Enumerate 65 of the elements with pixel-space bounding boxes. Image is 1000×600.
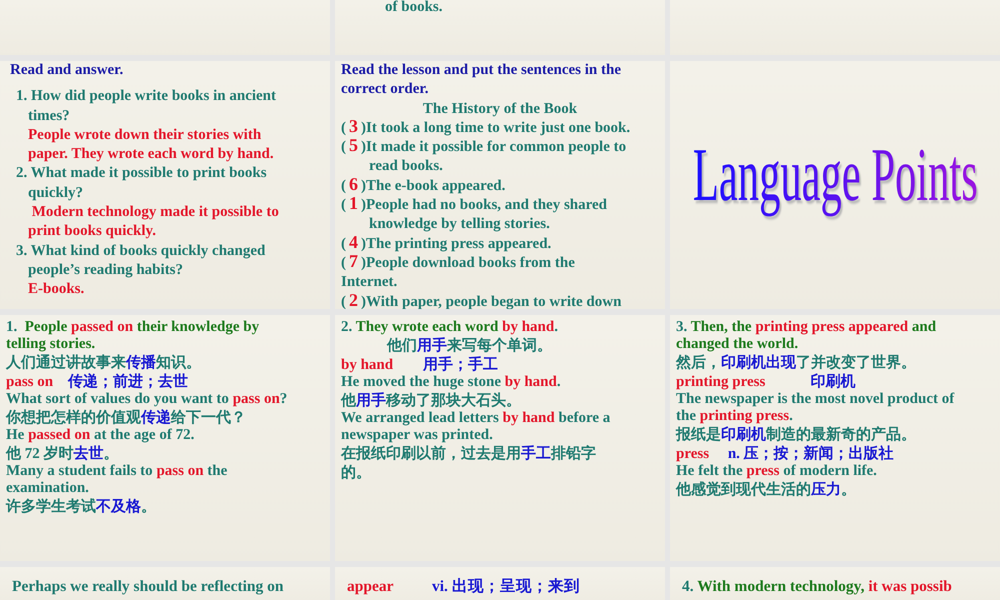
slide-text-line: 他用手移动了那块大石头。 <box>340 391 521 410</box>
slide-heading: Read and answer. <box>9 61 124 80</box>
slide-text-line: 3. What kind of books quickly changed <box>15 242 266 261</box>
slide-text-line: 2. What made it possible to print books <box>15 164 267 184</box>
slide-text-line: Modern technology made it possible to <box>30 203 279 222</box>
slide-text-line: 3. Then, the printing press appeared and <box>675 319 936 336</box>
slide-text-line: ( 3 )It took a long time to write just one book. <box>340 118 630 138</box>
slide-text-line: 1. How did people write books in ancient <box>15 87 276 106</box>
slide-text-line: Read the lesson and put the sentences in the <box>340 61 622 80</box>
slide-thumbnail[interactable]: of books. <box>335 0 665 55</box>
slide-text-line: print books quickly. <box>27 222 156 242</box>
slide-text-line: The newspaper is the most novel product of <box>675 391 954 408</box>
slide-text-line: 他感觉到现代生活的压力。 <box>674 480 856 499</box>
slide-text-line: 报纸是印刷机制造的最新奇的产品。 <box>674 425 916 444</box>
slide-text-line: He passed on at the age of 72. <box>5 427 194 444</box>
slide-text-line: newspaper was printed. <box>340 427 493 444</box>
slide-text-line: What sort of values do you want to pass on? <box>5 391 288 408</box>
slide-thumbnail[interactable]: appear vi. 出现；呈现；来到 <box>335 567 665 600</box>
slide-text-line: ( 4 )The printing press appeared. <box>340 234 552 254</box>
slide-text-line: People wrote down their stories with <box>27 126 262 145</box>
slide-text-line: examination. <box>5 480 89 497</box>
slide-text-line: The History of the Book <box>422 100 578 119</box>
slide-text-line: 然后，印刷机出现了并改变了世界。 <box>674 353 916 372</box>
slide-text-line: 2. They wrote each word by hand. <box>340 319 558 336</box>
slide-text-line: 在报纸印刷以前，过去是用手工排铅字 <box>340 444 596 463</box>
slide-thumbnail[interactable]: 2. They wrote each word by hand. 他们用手来写每个单词。 by hand 用手；手工 He moved the huge stone by hand. 他用手移动了那块大石头。 We arranged lead letters by hand before a newspaper was printed. 在报纸印刷以前，过去是用手工排铅字 的。 <box>335 315 665 561</box>
slide-text-line: ( 7 )People download books from the <box>340 254 575 273</box>
slide-text-line: appear vi. 出现；呈现；来到 <box>346 577 580 597</box>
slide-text-line: times? <box>27 106 70 126</box>
slide-text-line: 的。 <box>340 464 371 482</box>
slide-text-line: ( 1 )People had no books, and they shared <box>340 196 608 216</box>
slide-text-line: press n. 压；按；新闻；出版社 <box>675 444 894 463</box>
slide-text-line: changed the world. <box>675 336 798 353</box>
slide-text-line: ( 2 )With paper, people began to write down <box>340 292 622 309</box>
slide-text-line: E-books. <box>27 280 84 300</box>
slide-text-line: 他 72 岁时去世。 <box>4 444 118 463</box>
slide-thumbnail[interactable]: 4. With modern technology, it was possib <box>670 567 1000 600</box>
slide-text-line: printing press 印刷机 <box>675 372 856 391</box>
slide-text-line: 人们通过讲故事来传播知识。 <box>4 353 201 372</box>
slide-text-line: Internet. <box>340 273 398 292</box>
slide-text-line: He moved the huge stone by hand. <box>340 374 561 391</box>
slide-thumbnail[interactable]: Perhaps we really should be reflecting on <box>0 567 330 600</box>
slide-thumbnail[interactable]: Language Points <box>670 61 1000 309</box>
slide-text-line: by hand 用手；手工 <box>340 355 498 374</box>
slide-text-line: 4. With modern technology, it was possib <box>681 577 952 597</box>
slide-text-line: the printing press. <box>675 408 793 425</box>
slide-text-line: 1. People passed on their knowledge by <box>5 319 260 336</box>
slide-text-line: people’s reading habits? <box>27 260 184 280</box>
slide-text-line: pass on 传递；前进；去世 <box>5 372 188 391</box>
slide-text-line: telling stories. <box>5 336 96 353</box>
slide-text-line: Perhaps we really should be reflecting on <box>11 577 284 597</box>
slide-text-line: quickly? <box>27 184 84 203</box>
slide-text-line: He felt the press of modern life. <box>675 463 877 480</box>
slide-text-line: correct order. <box>340 80 428 100</box>
slide-text-line: paper. They wrote each word by hand. <box>27 145 274 164</box>
slide-text-line: 你想把怎样的价值观传递给下一代？ <box>4 408 246 427</box>
slide-text-line: knowledge by telling stories. <box>368 215 550 234</box>
slide-text-line: of books. <box>384 0 443 15</box>
slide-text-line: ( 5 )It made it possible for common people to <box>340 138 626 158</box>
slide-text-line: We arranged lead letters by hand before a <box>340 410 610 427</box>
slide-text-line: 他们用手来写每个单词。 <box>386 336 552 355</box>
slide-text-line: 许多学生考试不及格。 <box>4 497 156 516</box>
slide-text-line: Many a student fails to pass on the <box>5 463 228 480</box>
slide-text-line: ( 6 )The e-book appeared. <box>340 176 506 196</box>
slide-text-line: read books. <box>368 157 443 176</box>
